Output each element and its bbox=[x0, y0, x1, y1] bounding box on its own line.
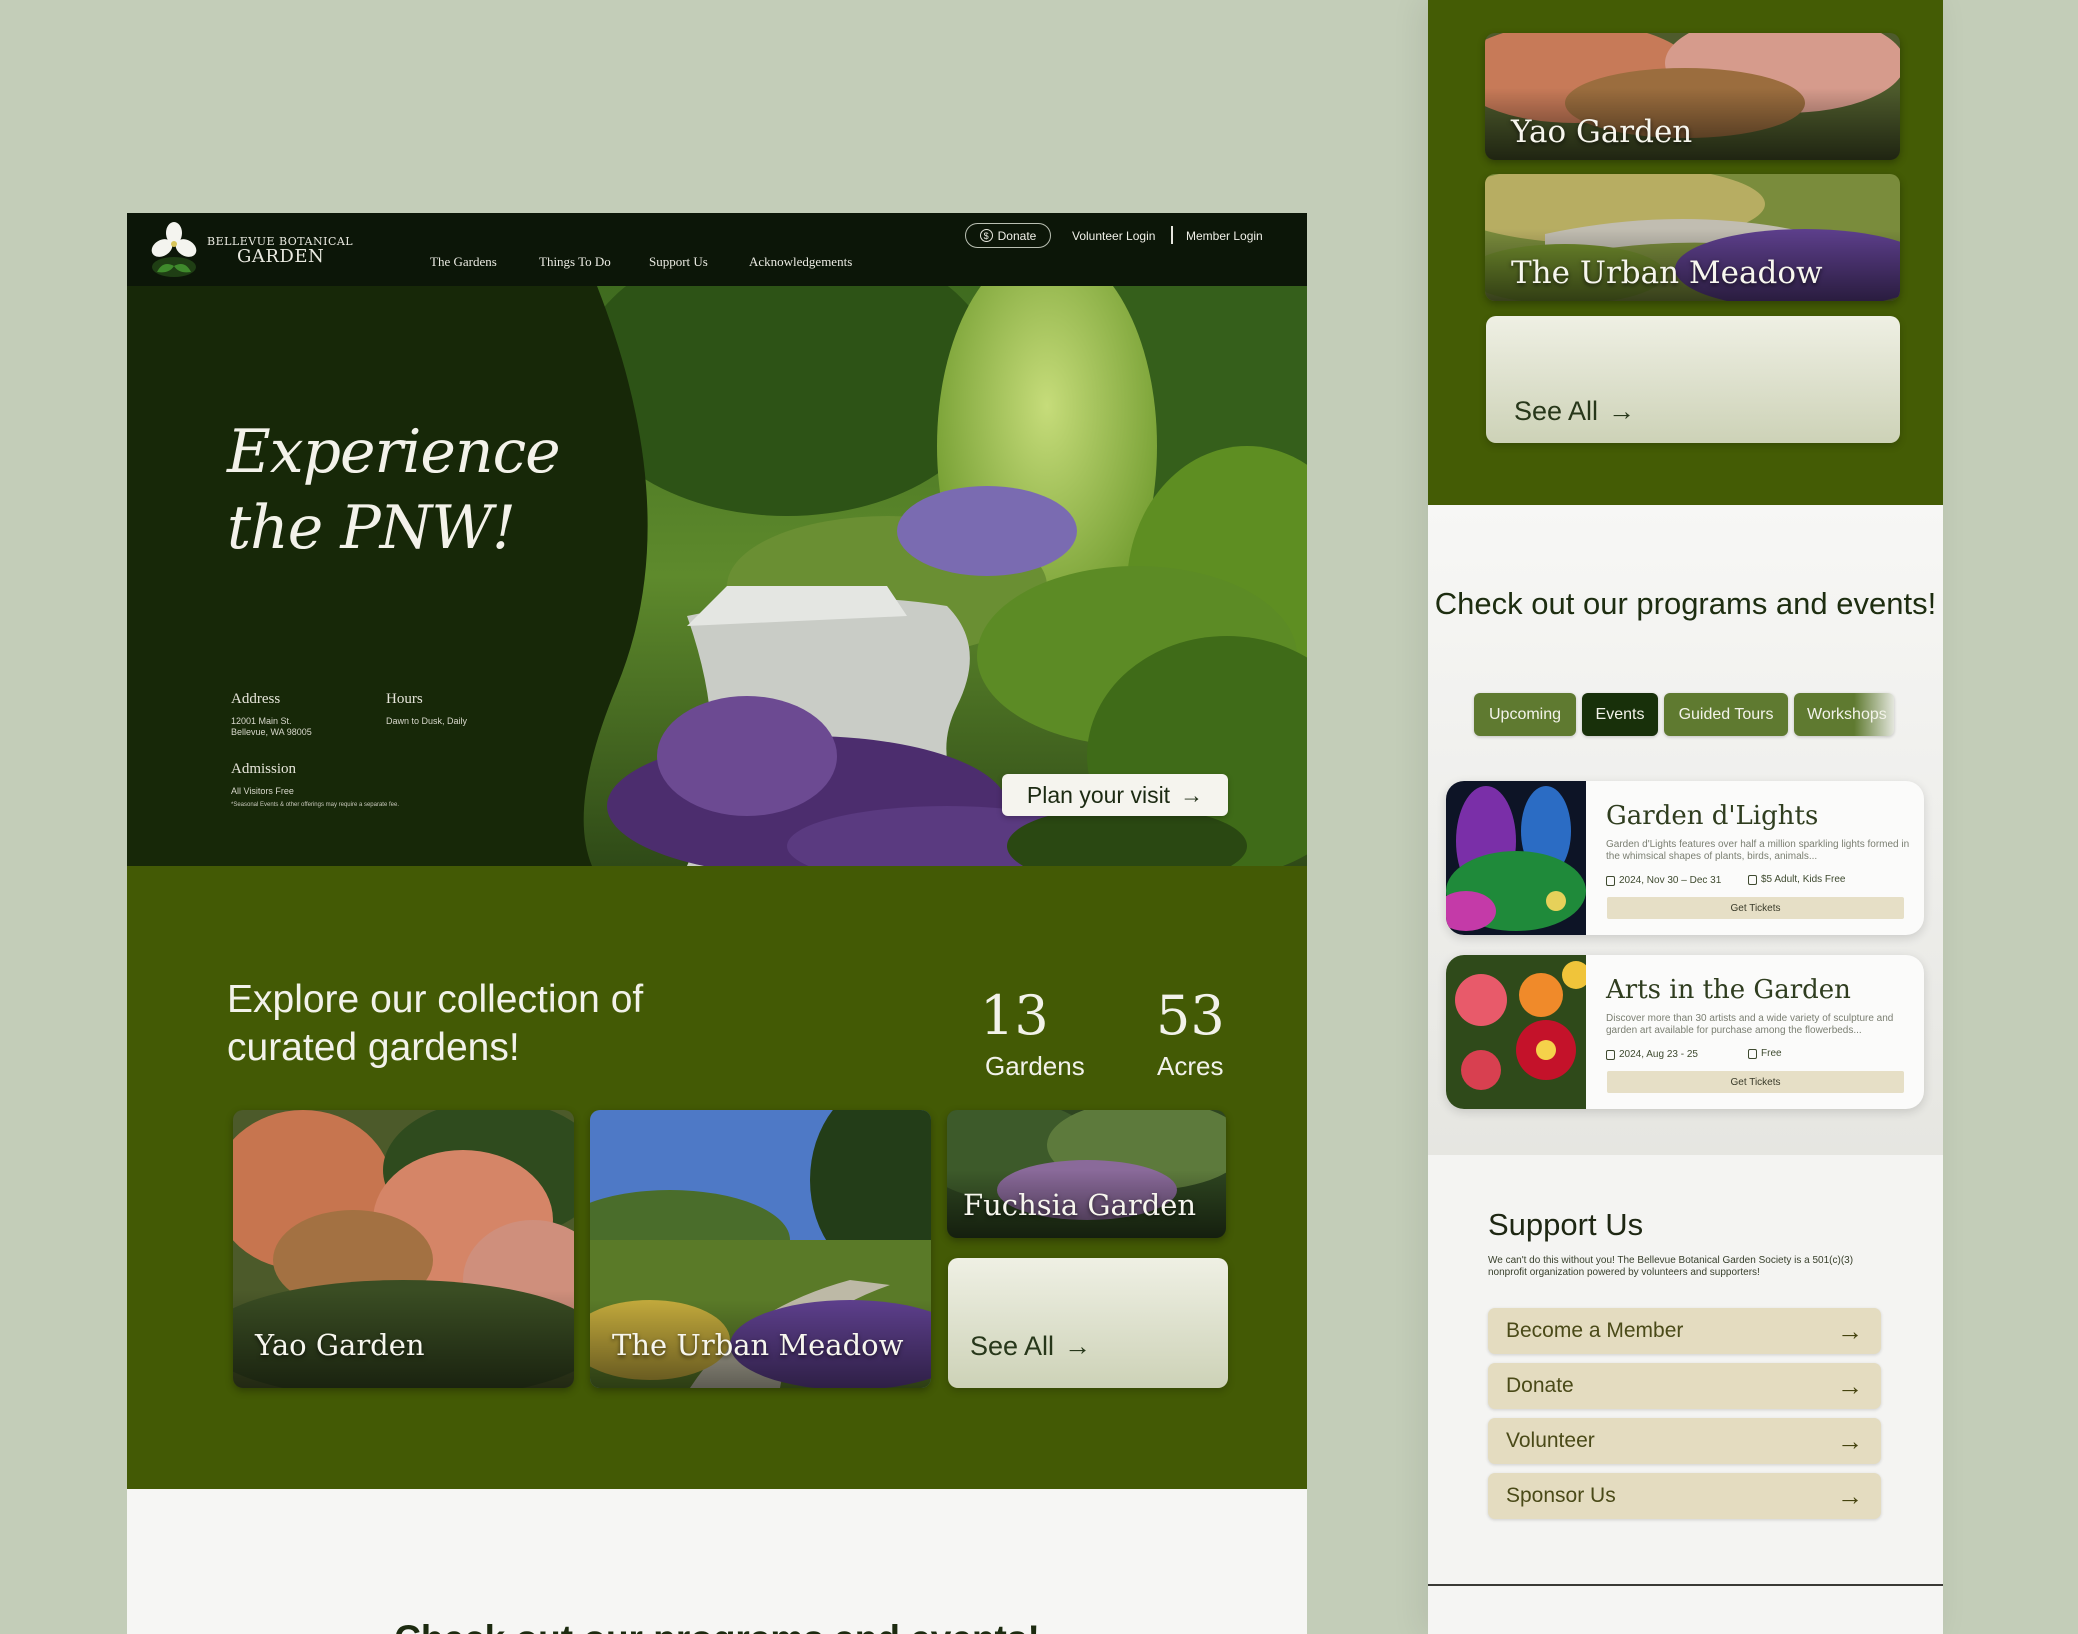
garden-card-title: The Urban Meadow bbox=[612, 1328, 904, 1362]
event-title: Garden d'Lights bbox=[1606, 801, 1819, 831]
mobile-see-all-button[interactable]: See All → bbox=[1486, 316, 1900, 443]
admission-label: Admission bbox=[231, 761, 297, 777]
see-all-gardens-button[interactable]: See All → bbox=[948, 1258, 1228, 1388]
tab-upcoming[interactable]: Upcoming bbox=[1474, 693, 1576, 736]
event-card-arts-in-garden[interactable]: Arts in the Garden Discover more than 30… bbox=[1446, 955, 1924, 1109]
hours-value: Dawn to Dusk, Daily bbox=[386, 716, 468, 726]
nav-link-support-us[interactable]: Support Us bbox=[649, 254, 708, 270]
event-card-garden-dlights[interactable]: Garden d'Lights Garden d'Lights features… bbox=[1446, 781, 1924, 935]
see-all-label: See All bbox=[1514, 396, 1599, 426]
event-dates: 2024, Nov 30 – Dec 31 bbox=[1619, 875, 1722, 886]
arts-in-garden-photo bbox=[1446, 955, 1586, 1109]
event-price: Free bbox=[1761, 1048, 1782, 1059]
events-section-peek bbox=[127, 1489, 1307, 1634]
hours-label: Hours bbox=[386, 691, 423, 707]
mobile-gardens-section: Yao Garden The Urban Meadow See All → bbox=[1428, 0, 1943, 505]
tab-guided-tours[interactable]: Guided Tours bbox=[1664, 693, 1788, 736]
address-label: Address bbox=[231, 691, 281, 707]
become-member-button[interactable]: Become a Member → bbox=[1488, 1308, 1881, 1354]
trillium-logo-icon[interactable] bbox=[149, 220, 199, 278]
support-button-label: Sponsor Us bbox=[1506, 1484, 1616, 1507]
mobile-garden-card-yao[interactable]: Yao Garden bbox=[1485, 33, 1900, 160]
ticket-icon bbox=[1748, 1048, 1757, 1059]
hero-section: Experience the PNW! Address 12001 Main S… bbox=[127, 286, 1307, 866]
tab-workshops[interactable]: Workshops bbox=[1794, 693, 1894, 736]
support-heading: Support Us bbox=[1488, 1207, 1644, 1242]
hero-title-line2: the PNW! bbox=[227, 493, 516, 563]
event-description: Discover more than 30 artists and a wide… bbox=[1606, 1013, 1894, 1036]
nav-link-acknowledgements[interactable]: Acknowledgements bbox=[749, 254, 852, 270]
login-divider bbox=[1171, 226, 1173, 244]
support-donate-button[interactable]: Donate → bbox=[1488, 1363, 1881, 1409]
events-heading: Check out our programs and events! bbox=[127, 1618, 1307, 1634]
garden-card-title: Fuchsia Garden bbox=[963, 1188, 1197, 1222]
address-line2: Bellevue, WA 98005 bbox=[231, 727, 312, 737]
event-title: Arts in the Garden bbox=[1606, 975, 1851, 1005]
garden-dlights-photo bbox=[1446, 781, 1586, 935]
donate-label: Donate bbox=[997, 228, 1037, 243]
admission-value: All Visitors Free bbox=[231, 786, 294, 796]
arrow-right-icon: → bbox=[1608, 396, 1636, 426]
footer-divider bbox=[1428, 1584, 1943, 1586]
desktop-mockup: Bellevue Botanical Garden The Gardens Th… bbox=[127, 213, 1307, 1634]
arrow-right-icon: → bbox=[1180, 781, 1204, 808]
mobile-events-heading: Check out our programs and events! bbox=[1434, 586, 1937, 621]
tab-events[interactable]: Events bbox=[1582, 693, 1658, 736]
mobile-card-title: The Urban Meadow bbox=[1511, 255, 1823, 291]
collection-heading: Explore our collection of curated garden… bbox=[227, 978, 644, 1069]
gardens-collection-section: Explore our collection of curated garden… bbox=[127, 866, 1307, 1489]
donate-button[interactable]: $ Donate bbox=[965, 223, 1051, 248]
logo-text-bottom: Garden bbox=[237, 246, 325, 267]
mobile-card-title: Yao Garden bbox=[1511, 114, 1693, 150]
top-nav: Bellevue Botanical Garden The Gardens Th… bbox=[127, 213, 1307, 286]
volunteer-login-link[interactable]: Volunteer Login bbox=[1072, 229, 1155, 243]
hero-title: Experience the PNW! bbox=[227, 414, 561, 566]
nav-link-things-to-do[interactable]: Things To Do bbox=[539, 254, 611, 270]
stat-acres-value: 53 bbox=[1156, 984, 1225, 1047]
get-tickets-button[interactable]: Get Tickets bbox=[1607, 897, 1904, 919]
mobile-events-section: Check out our programs and events! Upcom… bbox=[1428, 505, 1943, 1155]
garden-card-title: Yao Garden bbox=[255, 1328, 425, 1362]
dollar-coin-icon: $ bbox=[979, 229, 993, 242]
garden-card-urban-meadow[interactable]: The Urban Meadow bbox=[590, 1110, 931, 1388]
garden-card-yao[interactable]: Yao Garden bbox=[233, 1110, 574, 1388]
calendar-icon bbox=[1606, 875, 1615, 886]
sponsor-us-button[interactable]: Sponsor Us → bbox=[1488, 1473, 1881, 1519]
plan-visit-button[interactable]: Plan your visit → bbox=[1002, 774, 1228, 816]
plan-visit-label: Plan your visit bbox=[1026, 781, 1171, 808]
admission-note: *Seasonal Events & other offerings may r… bbox=[231, 802, 399, 808]
get-tickets-button[interactable]: Get Tickets bbox=[1607, 1071, 1904, 1093]
event-description: Garden d'Lights features over half a mil… bbox=[1606, 839, 1910, 862]
arrow-right-icon: → bbox=[1837, 1370, 1863, 1401]
garden-card-fuchsia[interactable]: Fuchsia Garden bbox=[947, 1110, 1226, 1238]
support-button-label: Become a Member bbox=[1506, 1319, 1684, 1342]
arrow-right-icon: → bbox=[1837, 1315, 1863, 1346]
member-login-link[interactable]: Member Login bbox=[1186, 229, 1263, 243]
mobile-garden-card-urban-meadow[interactable]: The Urban Meadow bbox=[1485, 174, 1900, 301]
arrow-right-icon: → bbox=[1837, 1480, 1863, 1511]
mobile-support-section: Support Us We can't do this without you!… bbox=[1428, 1155, 1943, 1585]
mobile-mockup: Yao Garden The Urban Meadow See All → Ch… bbox=[1428, 0, 1943, 1634]
nav-link-gardens[interactable]: The Gardens bbox=[430, 254, 497, 270]
ticket-icon bbox=[1748, 874, 1757, 885]
support-description: We can't do this without you! The Bellev… bbox=[1488, 1255, 1854, 1278]
event-price: $5 Adult, Kids Free bbox=[1761, 874, 1846, 885]
support-button-label: Donate bbox=[1506, 1374, 1574, 1397]
support-button-label: Volunteer bbox=[1506, 1429, 1595, 1452]
arrow-right-icon: → bbox=[1064, 1331, 1092, 1361]
event-dates: 2024, Aug 23 - 25 bbox=[1619, 1049, 1698, 1060]
see-all-label: See All bbox=[970, 1331, 1055, 1361]
hero-title-line1: Experience bbox=[227, 417, 561, 487]
stat-gardens-value: 13 bbox=[980, 984, 1049, 1047]
volunteer-button[interactable]: Volunteer → bbox=[1488, 1418, 1881, 1464]
arrow-right-icon: → bbox=[1837, 1425, 1863, 1456]
address-line1: 12001 Main St. bbox=[231, 716, 292, 726]
stat-gardens-label: Gardens bbox=[985, 1051, 1085, 1081]
calendar-icon bbox=[1606, 1049, 1615, 1060]
stat-acres-label: Acres bbox=[1157, 1051, 1224, 1081]
